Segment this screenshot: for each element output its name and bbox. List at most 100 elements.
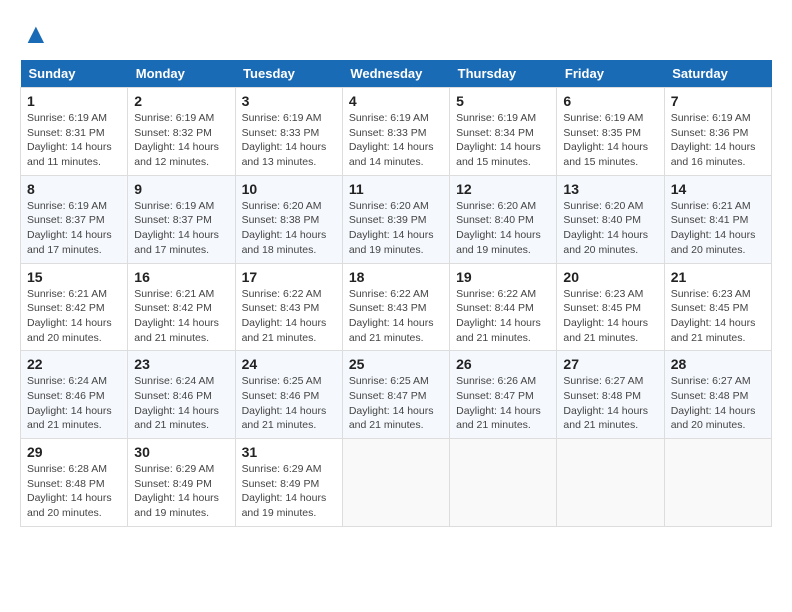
day-number: 3 xyxy=(242,93,336,109)
day-info: Sunrise: 6:20 AM Sunset: 8:40 PM Dayligh… xyxy=(563,199,657,258)
day-info: Sunrise: 6:22 AM Sunset: 8:43 PM Dayligh… xyxy=(349,287,443,346)
calendar-cell: 13 Sunrise: 6:20 AM Sunset: 8:40 PM Dayl… xyxy=(557,175,664,263)
calendar-week-1: 1 Sunrise: 6:19 AM Sunset: 8:31 PM Dayli… xyxy=(21,88,772,176)
day-number: 17 xyxy=(242,269,336,285)
day-number: 30 xyxy=(134,444,228,460)
day-info: Sunrise: 6:23 AM Sunset: 8:45 PM Dayligh… xyxy=(563,287,657,346)
day-number: 4 xyxy=(349,93,443,109)
day-number: 13 xyxy=(563,181,657,197)
calendar-cell: 7 Sunrise: 6:19 AM Sunset: 8:36 PM Dayli… xyxy=(664,88,771,176)
calendar-cell: 15 Sunrise: 6:21 AM Sunset: 8:42 PM Dayl… xyxy=(21,263,128,351)
day-number: 6 xyxy=(563,93,657,109)
calendar-cell: 17 Sunrise: 6:22 AM Sunset: 8:43 PM Dayl… xyxy=(235,263,342,351)
day-info: Sunrise: 6:24 AM Sunset: 8:46 PM Dayligh… xyxy=(27,374,121,433)
day-info: Sunrise: 6:19 AM Sunset: 8:33 PM Dayligh… xyxy=(242,111,336,170)
day-info: Sunrise: 6:19 AM Sunset: 8:35 PM Dayligh… xyxy=(563,111,657,170)
day-info: Sunrise: 6:19 AM Sunset: 8:33 PM Dayligh… xyxy=(349,111,443,170)
calendar-cell xyxy=(342,439,449,527)
calendar-table: SundayMondayTuesdayWednesdayThursdayFrid… xyxy=(20,60,772,527)
day-number: 11 xyxy=(349,181,443,197)
day-number: 1 xyxy=(27,93,121,109)
day-info: Sunrise: 6:20 AM Sunset: 8:40 PM Dayligh… xyxy=(456,199,550,258)
calendar-cell: 29 Sunrise: 6:28 AM Sunset: 8:48 PM Dayl… xyxy=(21,439,128,527)
calendar-cell: 28 Sunrise: 6:27 AM Sunset: 8:48 PM Dayl… xyxy=(664,351,771,439)
calendar-cell: 2 Sunrise: 6:19 AM Sunset: 8:32 PM Dayli… xyxy=(128,88,235,176)
calendar-cell: 31 Sunrise: 6:29 AM Sunset: 8:49 PM Dayl… xyxy=(235,439,342,527)
day-info: Sunrise: 6:29 AM Sunset: 8:49 PM Dayligh… xyxy=(134,462,228,521)
day-info: Sunrise: 6:27 AM Sunset: 8:48 PM Dayligh… xyxy=(563,374,657,433)
day-info: Sunrise: 6:25 AM Sunset: 8:46 PM Dayligh… xyxy=(242,374,336,433)
day-info: Sunrise: 6:25 AM Sunset: 8:47 PM Dayligh… xyxy=(349,374,443,433)
day-info: Sunrise: 6:19 AM Sunset: 8:32 PM Dayligh… xyxy=(134,111,228,170)
calendar-cell: 10 Sunrise: 6:20 AM Sunset: 8:38 PM Dayl… xyxy=(235,175,342,263)
day-info: Sunrise: 6:22 AM Sunset: 8:44 PM Dayligh… xyxy=(456,287,550,346)
calendar-cell: 3 Sunrise: 6:19 AM Sunset: 8:33 PM Dayli… xyxy=(235,88,342,176)
day-number: 20 xyxy=(563,269,657,285)
calendar-cell: 1 Sunrise: 6:19 AM Sunset: 8:31 PM Dayli… xyxy=(21,88,128,176)
day-number: 24 xyxy=(242,356,336,372)
calendar-cell: 23 Sunrise: 6:24 AM Sunset: 8:46 PM Dayl… xyxy=(128,351,235,439)
calendar-cell: 12 Sunrise: 6:20 AM Sunset: 8:40 PM Dayl… xyxy=(450,175,557,263)
day-info: Sunrise: 6:19 AM Sunset: 8:37 PM Dayligh… xyxy=(134,199,228,258)
calendar-cell xyxy=(664,439,771,527)
weekday-header-tuesday: Tuesday xyxy=(235,60,342,88)
day-number: 8 xyxy=(27,181,121,197)
calendar-cell: 30 Sunrise: 6:29 AM Sunset: 8:49 PM Dayl… xyxy=(128,439,235,527)
day-number: 12 xyxy=(456,181,550,197)
day-info: Sunrise: 6:19 AM Sunset: 8:31 PM Dayligh… xyxy=(27,111,121,170)
weekday-header-thursday: Thursday xyxy=(450,60,557,88)
logo-bird-icon: ▲ xyxy=(22,20,50,48)
day-number: 26 xyxy=(456,356,550,372)
calendar-cell: 22 Sunrise: 6:24 AM Sunset: 8:46 PM Dayl… xyxy=(21,351,128,439)
calendar-header-row: SundayMondayTuesdayWednesdayThursdayFrid… xyxy=(21,60,772,88)
weekday-header-monday: Monday xyxy=(128,60,235,88)
day-info: Sunrise: 6:24 AM Sunset: 8:46 PM Dayligh… xyxy=(134,374,228,433)
calendar-cell: 8 Sunrise: 6:19 AM Sunset: 8:37 PM Dayli… xyxy=(21,175,128,263)
page-header: ▲ xyxy=(20,20,772,44)
day-number: 28 xyxy=(671,356,765,372)
day-info: Sunrise: 6:20 AM Sunset: 8:39 PM Dayligh… xyxy=(349,199,443,258)
day-number: 27 xyxy=(563,356,657,372)
day-info: Sunrise: 6:27 AM Sunset: 8:48 PM Dayligh… xyxy=(671,374,765,433)
weekday-header-saturday: Saturday xyxy=(664,60,771,88)
day-number: 15 xyxy=(27,269,121,285)
day-info: Sunrise: 6:21 AM Sunset: 8:42 PM Dayligh… xyxy=(27,287,121,346)
calendar-week-3: 15 Sunrise: 6:21 AM Sunset: 8:42 PM Dayl… xyxy=(21,263,772,351)
calendar-cell: 14 Sunrise: 6:21 AM Sunset: 8:41 PM Dayl… xyxy=(664,175,771,263)
weekday-header-friday: Friday xyxy=(557,60,664,88)
day-info: Sunrise: 6:21 AM Sunset: 8:42 PM Dayligh… xyxy=(134,287,228,346)
weekday-header-sunday: Sunday xyxy=(21,60,128,88)
day-number: 31 xyxy=(242,444,336,460)
calendar-cell: 26 Sunrise: 6:26 AM Sunset: 8:47 PM Dayl… xyxy=(450,351,557,439)
calendar-cell: 16 Sunrise: 6:21 AM Sunset: 8:42 PM Dayl… xyxy=(128,263,235,351)
day-info: Sunrise: 6:29 AM Sunset: 8:49 PM Dayligh… xyxy=(242,462,336,521)
calendar-cell: 27 Sunrise: 6:27 AM Sunset: 8:48 PM Dayl… xyxy=(557,351,664,439)
calendar-week-4: 22 Sunrise: 6:24 AM Sunset: 8:46 PM Dayl… xyxy=(21,351,772,439)
day-info: Sunrise: 6:21 AM Sunset: 8:41 PM Dayligh… xyxy=(671,199,765,258)
day-info: Sunrise: 6:20 AM Sunset: 8:38 PM Dayligh… xyxy=(242,199,336,258)
day-number: 14 xyxy=(671,181,765,197)
calendar-cell: 6 Sunrise: 6:19 AM Sunset: 8:35 PM Dayli… xyxy=(557,88,664,176)
calendar-cell: 21 Sunrise: 6:23 AM Sunset: 8:45 PM Dayl… xyxy=(664,263,771,351)
calendar-cell: 9 Sunrise: 6:19 AM Sunset: 8:37 PM Dayli… xyxy=(128,175,235,263)
logo: ▲ xyxy=(20,20,50,44)
calendar-cell xyxy=(450,439,557,527)
day-info: Sunrise: 6:23 AM Sunset: 8:45 PM Dayligh… xyxy=(671,287,765,346)
day-info: Sunrise: 6:26 AM Sunset: 8:47 PM Dayligh… xyxy=(456,374,550,433)
calendar-week-2: 8 Sunrise: 6:19 AM Sunset: 8:37 PM Dayli… xyxy=(21,175,772,263)
day-number: 19 xyxy=(456,269,550,285)
calendar-cell: 25 Sunrise: 6:25 AM Sunset: 8:47 PM Dayl… xyxy=(342,351,449,439)
calendar-cell: 4 Sunrise: 6:19 AM Sunset: 8:33 PM Dayli… xyxy=(342,88,449,176)
day-number: 10 xyxy=(242,181,336,197)
day-info: Sunrise: 6:28 AM Sunset: 8:48 PM Dayligh… xyxy=(27,462,121,521)
calendar-cell: 19 Sunrise: 6:22 AM Sunset: 8:44 PM Dayl… xyxy=(450,263,557,351)
day-info: Sunrise: 6:22 AM Sunset: 8:43 PM Dayligh… xyxy=(242,287,336,346)
day-info: Sunrise: 6:19 AM Sunset: 8:36 PM Dayligh… xyxy=(671,111,765,170)
day-number: 18 xyxy=(349,269,443,285)
day-number: 23 xyxy=(134,356,228,372)
calendar-cell: 20 Sunrise: 6:23 AM Sunset: 8:45 PM Dayl… xyxy=(557,263,664,351)
calendar-cell: 18 Sunrise: 6:22 AM Sunset: 8:43 PM Dayl… xyxy=(342,263,449,351)
day-number: 2 xyxy=(134,93,228,109)
day-number: 16 xyxy=(134,269,228,285)
day-number: 5 xyxy=(456,93,550,109)
